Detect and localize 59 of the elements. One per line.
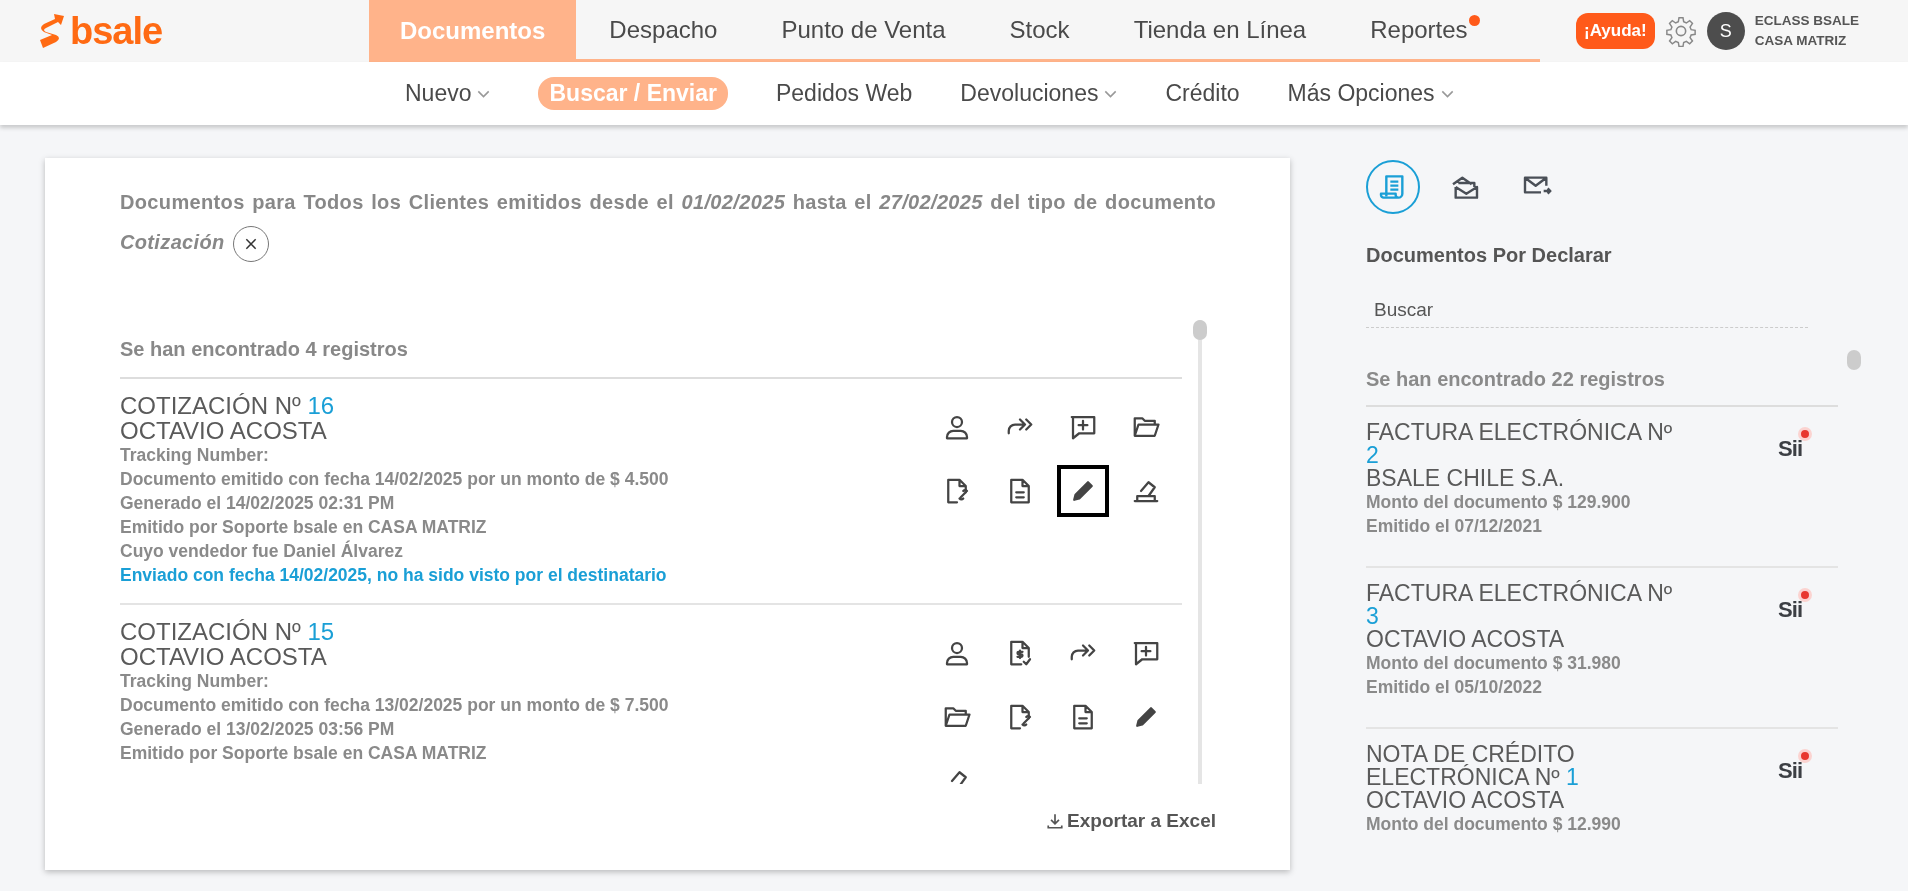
caret-icon[interactable]: [1440, 89, 1454, 98]
results-count: Se han encontrado 4 registros: [120, 320, 1182, 379]
nav-tab[interactable]: Despacho: [576, 0, 750, 59]
record-detail: Documento emitido con fecha 14/02/2025 por un monto de $ 4.500: [120, 468, 669, 491]
logo-badge[interactable]: Sii: [1778, 427, 1812, 461]
subnav-item[interactable]: Nuevo: [405, 80, 491, 107]
export-link[interactable]: Exportar a Excel: [1046, 810, 1216, 832]
pencil-icon[interactable]: [1057, 465, 1109, 517]
receipt-tab[interactable]: [1366, 160, 1420, 214]
filter-description: Documentos para Todos los Clientes emitidos desde el 01/02/2025 hasta el 27/02/2025 del tipo de documento Cotización: [120, 182, 1216, 262]
subnav-item[interactable]: Devoluciones: [960, 80, 1118, 107]
send-status: Enviado con fecha 14/02/2025, no ha sido visto por el destinatario: [120, 564, 668, 587]
record-title[interactable]: COTIZACIÓN Nº 15: [120, 619, 669, 644]
user-info: ECLASS BSALE: [1754, 12, 1859, 30]
document-date: Emitido el 05/10/2022: [1366, 676, 1544, 699]
client-name: OCTAVIO ACOSTA: [1366, 789, 1566, 812]
record-detail: Generado el 13/02/2025 03:56 PM: [120, 718, 396, 741]
client-name: OCTAVIO ACOSTA: [1366, 628, 1566, 651]
record-title[interactable]: COTIZACIÓN Nº 16: [120, 393, 669, 418]
document-date: Emitido el 07/12/2021: [1366, 515, 1544, 538]
subnav-item[interactable]: Pedidos Web: [775, 80, 913, 107]
client-name: OCTAVIO ACOSTA: [120, 644, 328, 669]
nav-tab[interactable]: Tienda en Línea: [1101, 0, 1339, 59]
subnav-item[interactable]: Crédito: [1165, 80, 1240, 107]
settings-icon[interactable]: [1664, 15, 1697, 47]
record-detail: Tracking Number:: [120, 670, 270, 693]
search-field[interactable]: Buscar: [1366, 293, 1808, 328]
record-detail: Documento emitido con fecha 13/02/2025 por un monto de $ 7.500: [120, 694, 669, 717]
close-button[interactable]: [232, 225, 269, 262]
nav-tab[interactable]: Stock: [977, 0, 1102, 59]
caret-icon[interactable]: [1104, 89, 1118, 98]
document-amount: Monto del documento $ 129.900: [1366, 491, 1632, 514]
download-icon[interactable]: [1046, 812, 1065, 830]
record-detail: Cuyo vendedor fue Daniel Álvarez: [120, 539, 404, 563]
subnav-item[interactable]: Más Opciones: [1287, 80, 1454, 107]
caret-icon[interactable]: [477, 89, 491, 98]
document-title[interactable]: NOTA DE CRÉDITO ELECTRÓNICA Nº 1: [1366, 743, 1686, 789]
record-detail: Tracking Number:: [120, 444, 270, 467]
user-info: CASA MATRIZ: [1754, 32, 1848, 50]
scrollbar-thumb[interactable]: [1847, 350, 1861, 370]
record-detail: Generado el 14/02/2025 02:31 PM: [120, 492, 396, 515]
nav-tab[interactable]: Reportes: [1338, 0, 1500, 59]
client-name: BSALE CHILE S.A.: [1366, 467, 1566, 490]
document-title[interactable]: FACTURA ELECTRÓNICA Nº 2: [1366, 421, 1686, 467]
nav-tab[interactable]: Punto de Venta: [749, 0, 978, 59]
record-detail: Emitido por Soporte bsale en CASA MATRIZ: [120, 742, 488, 765]
results-count: Se han encontrado 22 registros: [1366, 350, 1838, 407]
client-name: OCTAVIO ACOSTA: [120, 418, 328, 443]
document-amount: Monto del documento $ 12.990: [1366, 813, 1622, 836]
scrollbar-thumb[interactable]: [1193, 320, 1207, 340]
document-amount: Monto del documento $ 31.980: [1366, 652, 1622, 675]
logo-badge[interactable]: Sii: [1778, 749, 1812, 783]
record-detail: Emitido por Soporte bsale en CASA MATRIZ: [120, 516, 488, 539]
document-title[interactable]: FACTURA ELECTRÓNICA Nº 3: [1366, 582, 1686, 628]
panel-title: Documentos Por Declarar: [1366, 244, 1613, 267]
avatar[interactable]: S: [1706, 12, 1745, 50]
close-icon[interactable]: [243, 236, 258, 251]
logo-badge[interactable]: Sii: [1778, 588, 1812, 622]
logo-icon: [40, 14, 64, 48]
